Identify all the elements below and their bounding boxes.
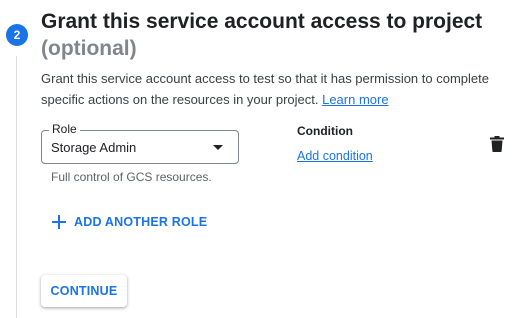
role-select[interactable]: Role Storage Admin (41, 122, 239, 164)
step-description-text: Grant this service account access to tes… (41, 71, 489, 107)
step-optional-label: (optional) (41, 37, 137, 60)
role-label: Role (49, 122, 80, 136)
plus-icon (52, 215, 66, 229)
dropdown-arrow-icon (213, 145, 223, 150)
step-number: 2 (13, 28, 21, 42)
condition-heading: Condition (297, 124, 353, 138)
step-description: Grant this service account access to tes… (41, 68, 511, 110)
step-connector-line (16, 56, 17, 318)
step-number-badge: 2 (6, 24, 28, 46)
add-another-role-label: ADD ANOTHER ROLE (74, 215, 208, 229)
add-another-role-button[interactable]: ADD ANOTHER ROLE (52, 212, 207, 232)
trash-icon[interactable] (490, 136, 504, 152)
continue-label: CONTINUE (50, 284, 118, 298)
continue-button[interactable]: CONTINUE (41, 275, 127, 307)
add-condition-link[interactable]: Add condition (297, 148, 373, 164)
role-value: Storage Admin (51, 140, 137, 155)
role-hint: Full control of GCS resources. (51, 170, 212, 184)
step-title: Grant this service account access to pro… (41, 10, 483, 33)
learn-more-link[interactable]: Learn more (322, 92, 388, 107)
